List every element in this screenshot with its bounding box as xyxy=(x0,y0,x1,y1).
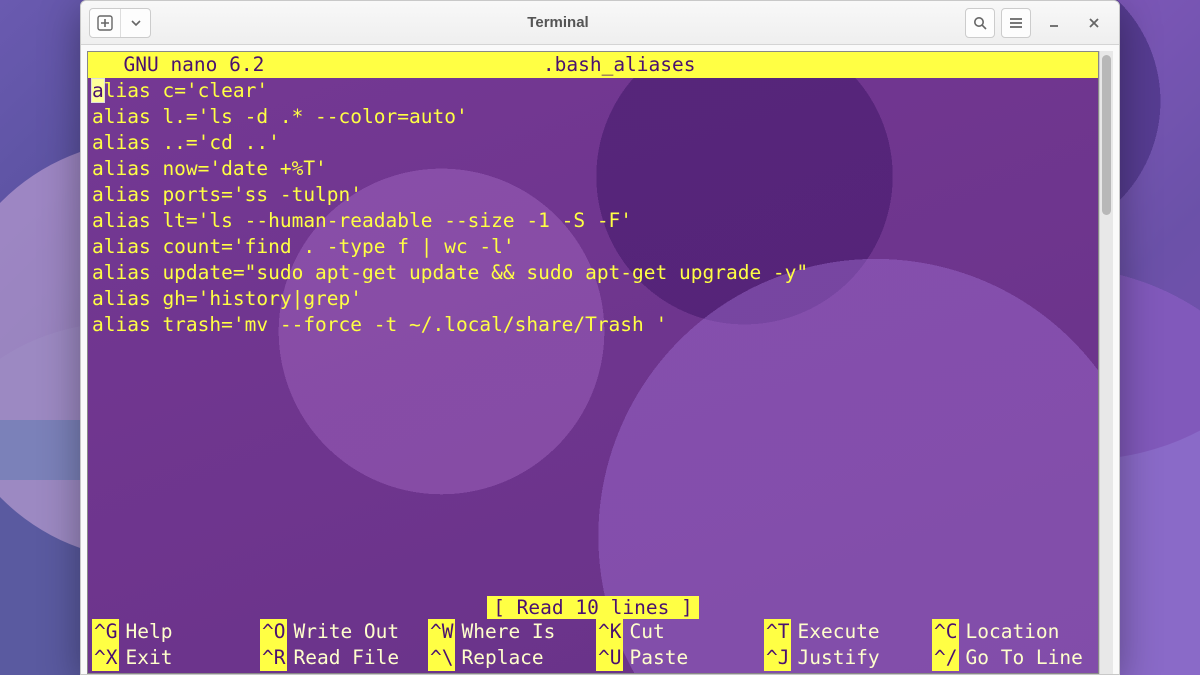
editor-line: alias l.='ls -d .* --color=auto' xyxy=(92,104,1098,130)
shortcut-label: Execute xyxy=(797,619,879,645)
nano-shortcut: ^GHelp xyxy=(92,619,260,645)
editor-line: alias update="sudo apt-get update && sud… xyxy=(92,260,1098,286)
editor-line: alias trash='mv --force -t ~/.local/shar… xyxy=(92,312,1098,338)
nano-title-bar: GNU nano 6.2 .bash_aliases xyxy=(88,52,1098,78)
editor-line: alias ports='ss -tulpn' xyxy=(92,182,1098,208)
editor-line: alias now='date +%T' xyxy=(92,156,1098,182)
shortcut-key: ^T xyxy=(764,619,791,645)
nano-shortcut-bar: ^GHelp^OWrite Out^WWhere Is^KCut^TExecut… xyxy=(88,619,1098,673)
close-icon xyxy=(1087,16,1101,30)
window-titlebar: Terminal xyxy=(81,1,1119,45)
editor-line: alias gh='history|grep' xyxy=(92,286,1098,312)
nano-shortcut: ^XExit xyxy=(92,645,260,671)
nano-shortcut: ^CLocation xyxy=(932,619,1099,645)
shortcut-label: Justify xyxy=(797,645,879,671)
shortcut-key: ^K xyxy=(596,619,623,645)
nano-shortcut: ^TExecute xyxy=(764,619,932,645)
shortcut-label: Paste xyxy=(629,645,688,671)
shortcut-key: ^C xyxy=(932,619,959,645)
nano-shortcut: ^WWhere Is xyxy=(428,619,596,645)
shortcut-label: Go To Line xyxy=(965,645,1082,671)
shortcut-key: ^O xyxy=(260,619,287,645)
menu-icon xyxy=(1008,15,1024,31)
search-icon xyxy=(972,15,988,31)
nano-shortcut: ^JJustify xyxy=(764,645,932,671)
shortcut-key: ^W xyxy=(428,619,455,645)
nano-shortcut: ^OWrite Out xyxy=(260,619,428,645)
nano-status-bar: [ Read 10 lines ] xyxy=(88,595,1098,621)
minimize-button[interactable] xyxy=(1037,8,1071,38)
shortcut-key: ^G xyxy=(92,619,119,645)
search-button[interactable] xyxy=(965,8,995,38)
shortcut-label: Read File xyxy=(293,645,399,671)
shortcut-key: ^/ xyxy=(932,645,959,671)
editor-line: alias c='clear' xyxy=(92,78,1098,104)
editor-line: alias ..='cd ..' xyxy=(92,130,1098,156)
nano-shortcut: ^\Replace xyxy=(428,645,596,671)
minimize-icon xyxy=(1047,16,1061,30)
close-button[interactable] xyxy=(1077,8,1111,38)
terminal-window: Terminal xyxy=(80,0,1120,675)
editor-line: alias count='find . -type f | wc -l' xyxy=(92,234,1098,260)
new-tab-icon[interactable] xyxy=(90,9,120,37)
nano-shortcut: ^RRead File xyxy=(260,645,428,671)
shortcut-key: ^\ xyxy=(428,645,455,671)
terminal-viewport[interactable]: GNU nano 6.2 .bash_aliases alias c='clea… xyxy=(87,51,1099,674)
nano-shortcut: ^KCut xyxy=(596,619,764,645)
scrollbar-thumb[interactable] xyxy=(1102,55,1111,215)
shortcut-label: Cut xyxy=(629,619,664,645)
nano-editor-area[interactable]: alias c='clear'alias l.='ls -d .* --colo… xyxy=(88,78,1098,338)
new-tab-split-button[interactable] xyxy=(89,8,151,38)
nano-shortcut: ^/Go To Line xyxy=(932,645,1099,671)
nano-shortcut: ^UPaste xyxy=(596,645,764,671)
shortcut-label: Location xyxy=(965,619,1059,645)
shortcut-key: ^J xyxy=(764,645,791,671)
shortcut-label: Write Out xyxy=(293,619,399,645)
text-cursor: a xyxy=(92,79,104,102)
shortcut-label: Help xyxy=(125,619,172,645)
shortcut-label: Where Is xyxy=(461,619,555,645)
new-tab-dropdown-icon[interactable] xyxy=(120,9,150,37)
shortcut-key: ^X xyxy=(92,645,119,671)
window-title: Terminal xyxy=(157,14,959,31)
nano-filename: .bash_aliases xyxy=(144,52,1094,78)
vertical-scrollbar[interactable] xyxy=(1099,51,1113,674)
nano-status-text: [ Read 10 lines ] xyxy=(487,596,699,619)
shortcut-key: ^U xyxy=(596,645,623,671)
editor-line: alias lt='ls --human-readable --size -1 … xyxy=(92,208,1098,234)
hamburger-menu-button[interactable] xyxy=(1001,8,1031,38)
shortcut-label: Replace xyxy=(461,645,543,671)
shortcut-label: Exit xyxy=(125,645,172,671)
shortcut-key: ^R xyxy=(260,645,287,671)
